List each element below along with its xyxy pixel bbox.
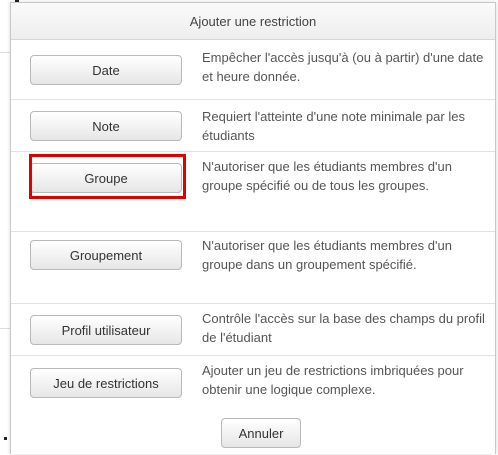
jeu-description: Ajouter un jeu de restrictions imbriquée… [202, 363, 464, 397]
cancel-button[interactable]: Annuler [221, 418, 301, 448]
groupe-description: N'autoriser que les étudiants membres d'… [202, 159, 452, 193]
restriction-row-jeu: Jeu de restrictions Ajouter un jeu de re… [11, 356, 495, 410]
groupement-button[interactable]: Groupement [30, 240, 182, 270]
jeu-de-restrictions-button[interactable]: Jeu de restrictions [30, 368, 182, 398]
dialog-header: Ajouter une restriction [11, 3, 495, 40]
dialog-title: Ajouter une restriction [189, 13, 317, 29]
restriction-row-profil: Profil utilisateur Contrôle l'accès sur … [11, 304, 495, 356]
date-description: Empêcher l'accès jusqu'à (ou à partir) d… [202, 50, 484, 84]
background-mark [4, 437, 7, 440]
profil-description: Contrôle l'accès sur la base des champs … [202, 311, 485, 345]
page-background [0, 0, 10, 454]
restriction-row-groupe: Groupe N'autoriser que les étudiants mem… [11, 152, 495, 232]
profil-utilisateur-button[interactable]: Profil utilisateur [30, 315, 182, 345]
note-button[interactable]: Note [30, 111, 182, 141]
restriction-row-note: Note Requiert l'atteinte d'une note mini… [11, 100, 495, 152]
groupement-description: N'autoriser que les étudiants membres d'… [202, 238, 452, 272]
groupe-button[interactable]: Groupe [30, 163, 182, 193]
date-button[interactable]: Date [30, 55, 182, 85]
dialog-footer: Annuler [11, 410, 495, 455]
add-restriction-dialog: Ajouter une restriction Date Empêcher l'… [10, 2, 496, 454]
restriction-row-date: Date Empêcher l'accès jusqu'à (ou à part… [11, 40, 495, 100]
note-description: Requiert l'atteinte d'une note minimale … [202, 109, 465, 143]
restriction-row-groupement: Groupement N'autoriser que les étudiants… [11, 232, 495, 304]
